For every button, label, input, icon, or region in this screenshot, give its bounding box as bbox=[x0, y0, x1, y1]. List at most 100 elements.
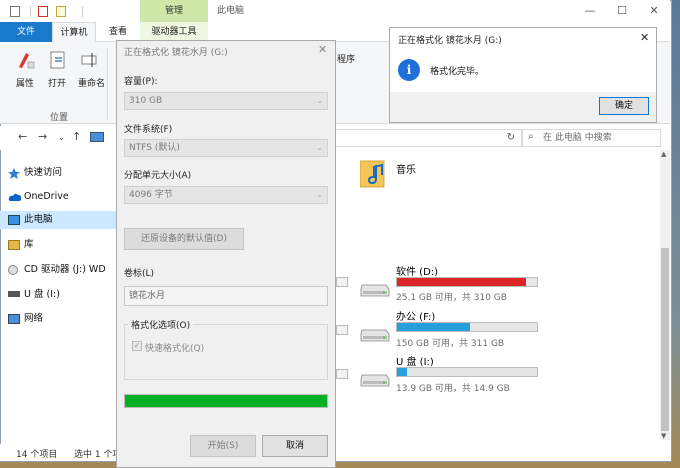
hard-drive-icon[interactable] bbox=[360, 281, 390, 297]
search-input[interactable]: 在 此电脑 中搜索 bbox=[522, 129, 661, 147]
cancel-button[interactable]: 取消 bbox=[262, 435, 328, 457]
tab-view[interactable]: 查看 bbox=[100, 22, 136, 42]
sidebar-item-library[interactable]: 库 bbox=[24, 236, 34, 254]
drive-name[interactable]: 办公 (F:) bbox=[396, 308, 435, 323]
properties-quick-icon[interactable] bbox=[10, 6, 20, 17]
tab-drive-tools[interactable]: 驱动器工具 bbox=[140, 22, 208, 42]
restore-defaults-button[interactable]: 还原设备的默认值(D) bbox=[124, 228, 244, 250]
sidebar-item-network[interactable]: 网络 bbox=[24, 310, 43, 328]
drive-free-space: 13.9 GB 可用，共 14.9 GB bbox=[396, 384, 510, 394]
drive-usage-fill bbox=[397, 278, 526, 286]
open-icon[interactable] bbox=[48, 50, 68, 70]
format-dialog-title: 正在格式化 镜花水月 (G:) bbox=[124, 48, 228, 58]
library-icon bbox=[8, 240, 20, 250]
filesystem-label: 文件系统(F) bbox=[124, 125, 173, 135]
music-folder-icon[interactable] bbox=[359, 157, 388, 189]
properties-icon[interactable] bbox=[16, 50, 36, 70]
chevron-down-icon: ⌄ bbox=[316, 96, 323, 105]
music-folder-label[interactable]: 音乐 bbox=[396, 161, 416, 176]
network-icon bbox=[8, 314, 20, 324]
computer-icon bbox=[8, 215, 20, 225]
ribbon-divider bbox=[107, 48, 108, 120]
star-icon bbox=[8, 168, 20, 179]
drive-usage-fill bbox=[397, 368, 407, 376]
allocation-unit-select[interactable]: 4096 字节 ⌄ bbox=[124, 186, 328, 204]
format-progress-fill bbox=[125, 395, 327, 407]
format-progress-bar bbox=[124, 394, 328, 408]
allocation-unit-value: 4096 字节 bbox=[129, 190, 173, 200]
capacity-label: 容量(P): bbox=[124, 77, 158, 87]
volume-label-label: 卷标(L) bbox=[124, 269, 155, 279]
usb-drive-icon[interactable] bbox=[360, 371, 390, 387]
checkbox-quick-icon[interactable] bbox=[38, 6, 48, 17]
filesystem-select[interactable]: NTFS (默认) ⌄ bbox=[124, 139, 328, 157]
drive-usage-bar bbox=[396, 367, 538, 377]
allocation-unit-label: 分配单元大小(A) bbox=[124, 171, 192, 181]
hard-drive-icon[interactable] bbox=[360, 326, 390, 342]
drive-free-space: 150 GB 可用，共 311 GB bbox=[396, 339, 505, 349]
cloud-icon bbox=[8, 192, 22, 202]
drive-usage-fill bbox=[397, 323, 470, 331]
ok-button[interactable]: 确定 bbox=[599, 97, 649, 115]
drive-name[interactable]: U 盘 (I:) bbox=[396, 353, 434, 368]
forward-arrow-icon[interactable]: → bbox=[38, 130, 47, 143]
quick-format-checkbox[interactable]: ✓ bbox=[132, 341, 142, 351]
refresh-icon[interactable]: ↻ bbox=[502, 129, 520, 147]
format-complete-close-icon[interactable]: ✕ bbox=[640, 31, 649, 44]
rename-button[interactable]: 重命名 bbox=[78, 76, 105, 89]
format-options-label: 格式化选项(O) bbox=[128, 318, 194, 331]
properties-button[interactable]: 属性 bbox=[16, 76, 34, 89]
scroll-down-arrow-icon[interactable]: ▼ bbox=[661, 432, 666, 440]
status-item-count: 14 个项目 bbox=[16, 450, 58, 460]
format-complete-message: 格式化完毕。 bbox=[430, 67, 485, 77]
capacity-select[interactable]: 310 GB ⌄ bbox=[124, 92, 328, 110]
close-window-button[interactable]: ✕ bbox=[638, 0, 670, 22]
tab-file[interactable]: 文件 bbox=[0, 22, 52, 42]
volume-label-input[interactable]: 镜花水月 bbox=[124, 286, 328, 306]
partial-drive-icon bbox=[336, 325, 348, 335]
open-button[interactable]: 打开 bbox=[48, 76, 66, 89]
quick-format-label[interactable]: 快速格式化(Q) bbox=[145, 341, 204, 354]
drive-free-space: 25.1 GB 可用，共 310 GB bbox=[396, 293, 507, 303]
usb-drive-icon bbox=[8, 291, 20, 297]
drive-usage-bar bbox=[396, 322, 538, 332]
up-arrow-icon[interactable]: ↑ bbox=[72, 130, 81, 143]
chevron-down-icon: ⌄ bbox=[316, 143, 323, 152]
sidebar-item-cd-drive[interactable]: CD 驱动器 (J:) WD bbox=[24, 261, 106, 279]
minimize-button[interactable]: — bbox=[574, 0, 606, 22]
tab-computer[interactable]: 计算机 bbox=[52, 22, 96, 42]
chevron-down-icon: ⌄ bbox=[316, 190, 323, 199]
sidebar-item-this-pc[interactable]: 此电脑 bbox=[24, 211, 53, 229]
manage-contextual-tab[interactable]: 管理 bbox=[140, 0, 208, 22]
capacity-value: 310 GB bbox=[129, 96, 163, 106]
back-arrow-icon[interactable]: ← bbox=[18, 130, 27, 143]
scrollbar-thumb[interactable] bbox=[661, 248, 669, 431]
drive-usage-bar bbox=[396, 277, 538, 287]
partial-drive-icon bbox=[336, 277, 348, 287]
start-button[interactable]: 开始(S) bbox=[190, 435, 256, 457]
ribbon-group-location: 位置 bbox=[50, 113, 69, 123]
address-bar[interactable] bbox=[332, 129, 522, 147]
ribbon-group-program: 程序 bbox=[337, 55, 356, 65]
sidebar-item-quick-access[interactable]: 快速访问 bbox=[24, 164, 62, 182]
quick-access-divider bbox=[82, 6, 83, 17]
sidebar-item-usb-drive[interactable]: U 盘 (I:) bbox=[24, 286, 60, 304]
cd-drive-icon bbox=[8, 265, 18, 275]
maximize-button[interactable]: ☐ bbox=[606, 0, 638, 22]
title-bar bbox=[0, 0, 670, 22]
folder-quick-icon[interactable] bbox=[56, 6, 66, 17]
info-icon: i bbox=[398, 59, 420, 81]
recent-chevron-down-icon[interactable]: ⌄ bbox=[58, 133, 65, 142]
scroll-up-arrow-icon[interactable]: ▲ bbox=[661, 150, 666, 158]
filesystem-value: NTFS (默认) bbox=[129, 143, 180, 153]
format-dialog-close-icon[interactable]: ✕ bbox=[318, 43, 327, 56]
window-title: 此电脑 bbox=[217, 6, 245, 16]
sidebar-item-onedrive[interactable]: OneDrive bbox=[24, 188, 69, 206]
format-complete-title: 正在格式化 镜花水月 (G:) bbox=[398, 36, 502, 46]
rename-icon[interactable] bbox=[80, 50, 100, 70]
search-icon: ⌕ bbox=[528, 131, 534, 142]
computer-address-icon bbox=[90, 132, 104, 142]
drive-name[interactable]: 软件 (D:) bbox=[396, 263, 438, 278]
partial-drive-icon bbox=[336, 369, 348, 379]
quick-access-divider bbox=[30, 6, 31, 17]
